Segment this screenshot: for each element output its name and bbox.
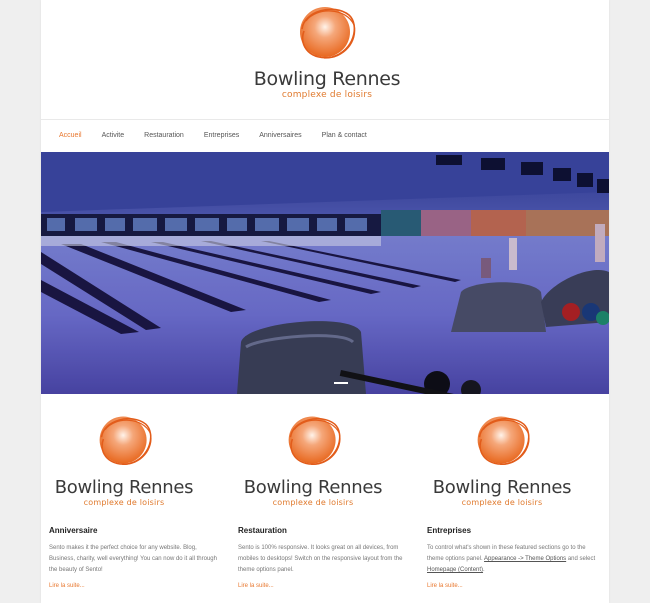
nav-item-accueil[interactable]: Accueil — [59, 131, 82, 143]
logo-icon[interactable] — [283, 410, 345, 470]
feature-logo-tagline: complexe de loisirs — [461, 498, 543, 507]
site-logo-text[interactable]: Bowling Rennes complexe de loisirs — [227, 68, 427, 100]
feature-logo-title: Bowling Rennes — [432, 477, 572, 498]
page-container: Bowling Rennes complexe de loisirs Accue… — [41, 0, 609, 603]
feature-text: Sento is 100% responsive. It looks great… — [238, 545, 403, 573]
feature-logo-text: Bowling Rennes complexe de loisirs — [24, 477, 224, 507]
site-tagline: complexe de loisirs — [281, 90, 373, 100]
feature-logo-text: Bowling Rennes complexe de loisirs — [402, 477, 602, 507]
logo-icon[interactable] — [294, 1, 360, 63]
logo-icon[interactable] — [94, 410, 156, 470]
nav-item-anniversaires[interactable]: Anniversaires — [259, 131, 301, 143]
main-nav: Accueil Activite Restauration Entreprise… — [59, 131, 387, 143]
feature-text-post: . — [483, 567, 485, 573]
hero-image — [41, 152, 609, 394]
nav-item-entreprises[interactable]: Entreprises — [204, 131, 239, 143]
logo-icon[interactable] — [472, 410, 534, 470]
header-divider — [41, 119, 609, 120]
feature-text: Sento makes it the perfect choice for an… — [49, 545, 217, 573]
site-header: Bowling Rennes complexe de loisirs — [41, 0, 609, 120]
feature-entreprises: Bowling Rennes complexe de loisirs Entre… — [419, 400, 604, 603]
feature-restauration: Bowling Rennes complexe de loisirs Resta… — [230, 400, 415, 603]
feature-text-mid: and select — [566, 556, 596, 562]
theme-options-link[interactable]: Appearance -> Theme Options — [484, 556, 566, 562]
nav-item-activite[interactable]: Activite — [102, 131, 125, 143]
hero-slider[interactable] — [41, 152, 609, 394]
feature-logo-tagline: complexe de loisirs — [272, 498, 354, 507]
nav-item-plan-contact[interactable]: Plan & contact — [322, 131, 367, 143]
site-title: Bowling Rennes — [253, 68, 401, 90]
feature-title: Anniversaire — [49, 526, 98, 535]
feature-logo-title: Bowling Rennes — [243, 477, 383, 498]
read-more-link[interactable]: Lire la suite... — [238, 583, 274, 589]
homepage-content-link[interactable]: Homepage (Content) — [427, 567, 483, 573]
feature-title: Restauration — [238, 526, 287, 535]
feature-logo-tagline: complexe de loisirs — [83, 498, 165, 507]
feature-text: To control what's shown in these feature… — [427, 543, 602, 576]
feature-title: Entreprises — [427, 526, 472, 535]
read-more-link[interactable]: Lire la suite... — [427, 583, 463, 589]
nav-item-restauration[interactable]: Restauration — [144, 131, 184, 143]
feature-anniversaire: Bowling Rennes complexe de loisirs Anniv… — [41, 400, 226, 603]
feature-logo-text: Bowling Rennes complexe de loisirs — [213, 477, 413, 507]
read-more-link[interactable]: Lire la suite... — [49, 583, 85, 589]
slider-indicator[interactable] — [334, 382, 348, 384]
feature-logo-title: Bowling Rennes — [54, 477, 194, 498]
